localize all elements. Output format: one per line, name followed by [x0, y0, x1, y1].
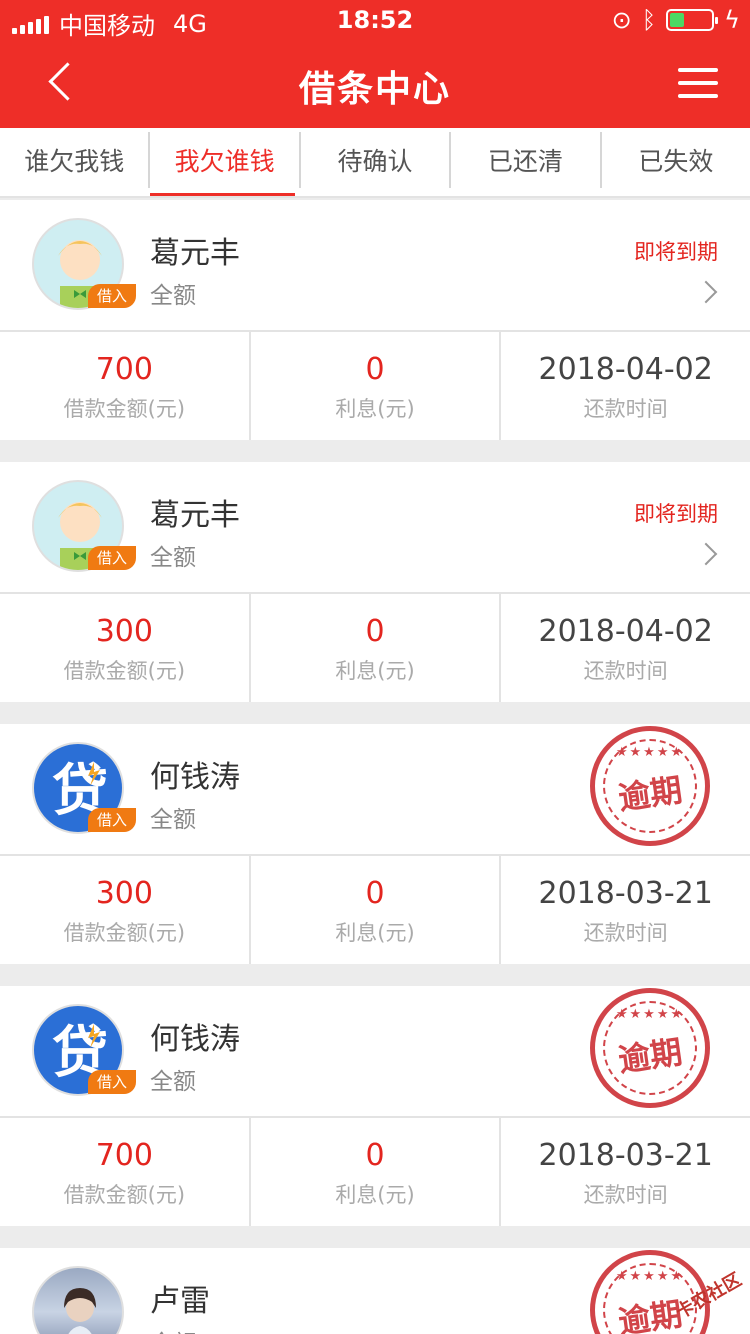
navigation-bar: 借条中心 [0, 40, 750, 128]
borrower-name: 卢雷 [150, 1284, 210, 1319]
tab-owed-to-me[interactable]: 谁欠我钱 [0, 132, 151, 188]
repayment-type: 全额 [150, 545, 196, 571]
amount-label: 借款金额(元) [63, 921, 186, 945]
status-bar: 中国移动 4G 18:52 ⊙ ᛒ ϟ [0, 0, 750, 40]
due-date-label: 还款时间 [583, 659, 668, 683]
interest-cell: 0 利息(元) [251, 594, 502, 702]
interest-label: 利息(元) [335, 921, 415, 945]
loan-card[interactable]: 借入 葛元丰 全额 即将到期 300 借款金额(元) 0 利息(元) 2018-04… [0, 462, 750, 702]
due-date-label: 还款时间 [583, 397, 668, 421]
due-date-value: 2018-04-02 [538, 614, 713, 649]
loan-card[interactable]: 贷 借入 何钱涛 全额 ★★★★★ 逾期 300 借款金额(元) 0 利息(元) 2… [0, 724, 750, 964]
overdue-stamp: ★★★★★ 逾期 [590, 988, 710, 1108]
amount-value: 700 [95, 1138, 153, 1173]
due-date-value: 2018-03-21 [538, 1138, 713, 1173]
borrow-in-badge: 借入 [88, 546, 136, 570]
due-date-value: 2018-03-21 [538, 876, 713, 911]
menu-icon[interactable] [678, 68, 718, 98]
tab-expired[interactable]: 已失效 [602, 132, 750, 188]
interest-cell: 0 利息(元) [251, 332, 502, 440]
borrower-name: 何钱涛 [150, 1022, 240, 1057]
due-date-cell: 2018-03-21 还款时间 [501, 856, 750, 964]
borrower-name: 葛元丰 [150, 236, 240, 271]
borrower-name: 何钱涛 [150, 760, 240, 795]
loan-card[interactable]: 借入 葛元丰 全额 即将到期 700 借款金额(元) 0 利息(元) 2018-04… [0, 200, 750, 440]
due-date-label: 还款时间 [583, 1183, 668, 1207]
amount-value: 300 [95, 876, 153, 911]
due-date-label: 还款时间 [583, 921, 668, 945]
due-date-cell: 2018-03-21 还款时间 [501, 1118, 750, 1226]
avatar-photo [32, 1266, 124, 1334]
borrower-name: 葛元丰 [150, 498, 240, 533]
interest-value: 0 [365, 352, 385, 387]
due-date-cell: 2018-04-02 还款时间 [501, 332, 750, 440]
tab-pending[interactable]: 待确认 [301, 132, 452, 188]
repayment-type: 全额 [150, 807, 196, 833]
interest-value: 0 [365, 876, 385, 911]
charging-icon: ϟ [724, 6, 740, 34]
due-date-value: 2018-04-02 [538, 352, 713, 387]
interest-value: 0 [365, 1138, 385, 1173]
amount-value: 300 [95, 614, 153, 649]
amount-label: 借款金额(元) [63, 1183, 186, 1207]
status-label: 即将到期 [634, 240, 718, 264]
tab-bar: 谁欠我钱 我欠谁钱 待确认 已还清 已失效 [0, 128, 750, 198]
loan-card[interactable]: 卢雷 全额 ★★★★★ 逾期 [0, 1248, 750, 1334]
chevron-right-icon [694, 542, 718, 566]
amount-label: 借款金额(元) [63, 397, 186, 421]
amount-cell: 300 借款金额(元) [0, 856, 251, 964]
tab-repaid[interactable]: 已还清 [451, 132, 602, 188]
borrow-in-badge: 借入 [88, 808, 136, 832]
borrow-in-badge: 借入 [88, 1070, 136, 1094]
amount-cell: 700 借款金额(元) [0, 1118, 251, 1226]
interest-label: 利息(元) [335, 659, 415, 683]
bluetooth-icon: ᛒ [641, 6, 657, 34]
overdue-stamp: ★★★★★ 逾期 [590, 726, 710, 846]
interest-label: 利息(元) [335, 397, 415, 421]
page-title: 借条中心 [298, 69, 451, 110]
interest-cell: 0 利息(元) [251, 856, 502, 964]
due-date-cell: 2018-04-02 还款时间 [501, 594, 750, 702]
repayment-type: 全额 [150, 283, 196, 309]
amount-value: 700 [95, 352, 153, 387]
amount-cell: 300 借款金额(元) [0, 594, 251, 702]
tab-i-owe[interactable]: 我欠谁钱 [150, 132, 301, 196]
interest-value: 0 [365, 614, 385, 649]
repayment-type: 全额 [150, 1069, 196, 1095]
amount-cell: 700 借款金额(元) [0, 332, 251, 440]
chevron-right-icon [694, 280, 718, 304]
rotation-lock-icon: ⊙ [611, 6, 632, 34]
battery-icon [666, 9, 719, 31]
amount-label: 借款金额(元) [63, 659, 186, 683]
interest-label: 利息(元) [335, 1183, 415, 1207]
repayment-type: 全额 [150, 1324, 196, 1334]
interest-cell: 0 利息(元) [251, 1118, 502, 1226]
borrow-in-badge: 借入 [88, 284, 136, 308]
status-label: 即将到期 [634, 502, 718, 526]
loan-card[interactable]: 贷 借入 何钱涛 全额 ★★★★★ 逾期 700 借款金额(元) 0 利息(元) 2… [0, 986, 750, 1226]
